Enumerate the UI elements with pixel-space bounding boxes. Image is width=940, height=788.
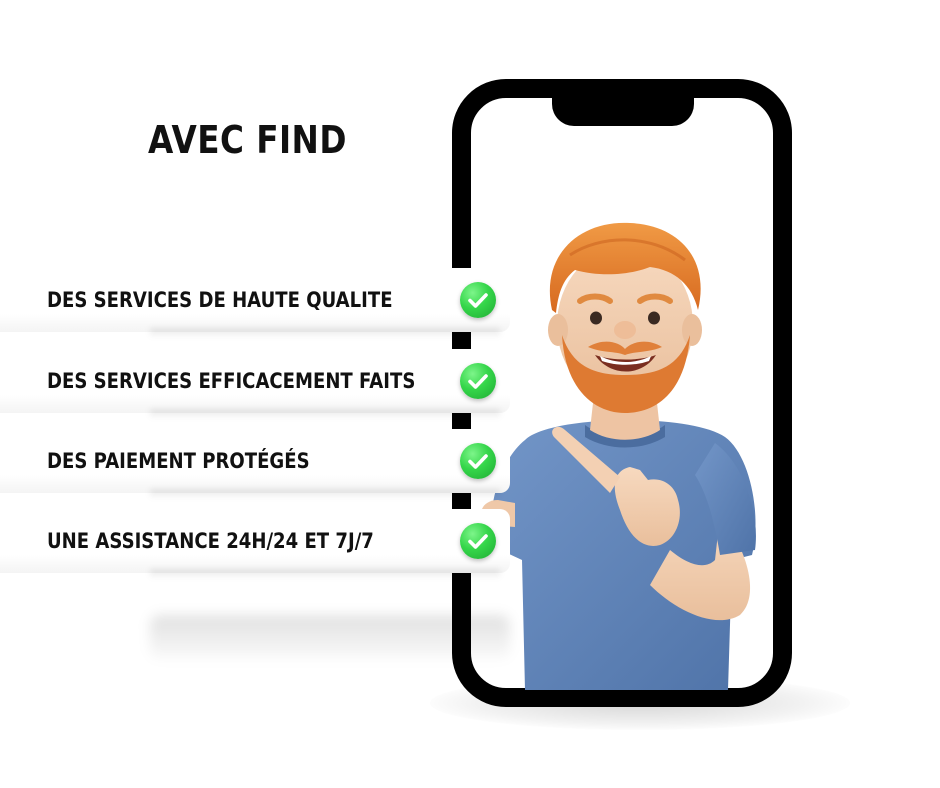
- feature-item: DES SERVICES DE HAUTE QUALITE: [0, 268, 510, 332]
- phone-notch: [552, 98, 694, 126]
- feature-label: UNE ASSISTANCE 24H/24 ET 7J/7: [47, 529, 374, 553]
- feature-item: DES PAIEMENT PROTÉGÉS: [0, 429, 510, 493]
- feature-item: DES SERVICES EFFICACEMENT FAITS: [0, 349, 510, 413]
- feature-label: DES SERVICES DE HAUTE QUALITE: [47, 288, 393, 312]
- feature-label: DES PAIEMENT PROTÉGÉS: [47, 449, 310, 473]
- feature-label: DES SERVICES EFFICACEMENT FAITS: [47, 369, 416, 393]
- page-title: AVEC FIND: [148, 118, 347, 162]
- feature-item: UNE ASSISTANCE 24H/24 ET 7J/7: [0, 509, 510, 573]
- smiling-man-illustration: [481, 222, 756, 690]
